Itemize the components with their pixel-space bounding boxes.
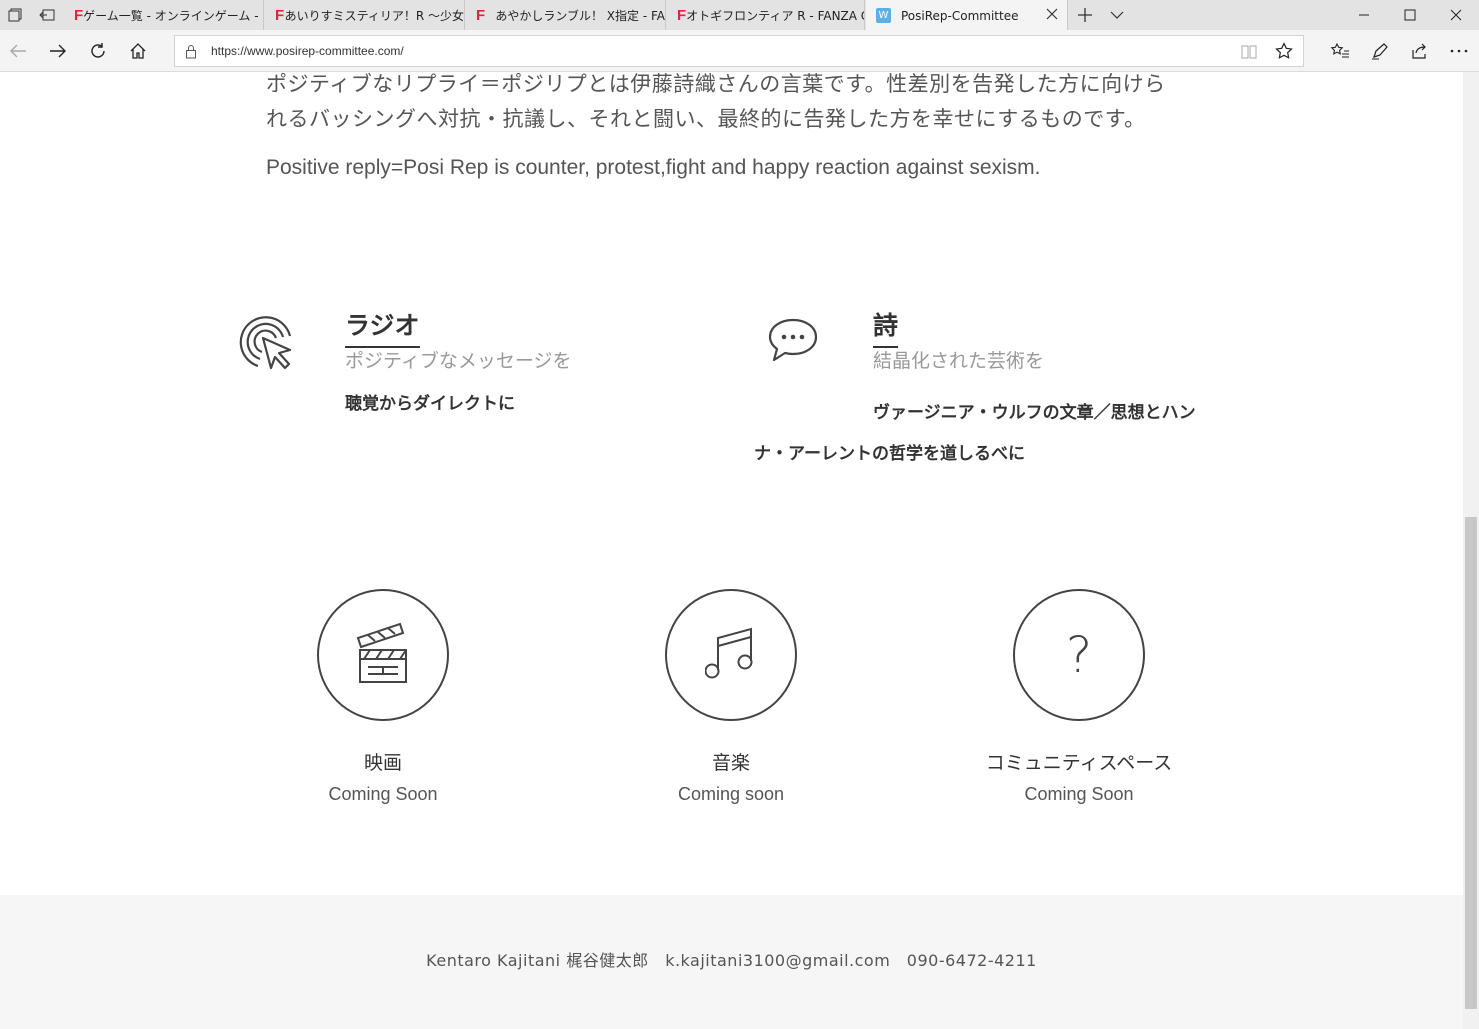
tab-otogi-frontier[interactable]: F オトギフロンティア R - FANZA G bbox=[667, 0, 865, 30]
footer-contact: Kentaro Kajitani 梶谷健太郎 k.kajitani3100@gm… bbox=[426, 951, 1037, 970]
address-bar[interactable]: https://www.posirep-committee.com/ bbox=[174, 35, 1304, 67]
minimize-icon[interactable] bbox=[1341, 0, 1387, 30]
feature-desc-radio: 聴覚からダイレクトに bbox=[345, 394, 515, 414]
favorite-star-icon[interactable] bbox=[1275, 42, 1293, 64]
service-circle-film[interactable] bbox=[317, 589, 449, 721]
feature-subtitle-radio: ポジティブなメッセージを bbox=[345, 350, 572, 372]
tab-airis-mystiria[interactable]: F あいりすミスティリア！R ～少女 bbox=[265, 0, 465, 30]
reading-view-icon[interactable] bbox=[1241, 44, 1257, 64]
refresh-icon[interactable] bbox=[82, 36, 114, 66]
close-tab-icon[interactable] bbox=[1045, 7, 1059, 24]
scrollbar-thumb[interactable] bbox=[1465, 517, 1477, 1009]
tab-title: ゲーム一覧 - オンラインゲーム - I bbox=[83, 8, 264, 23]
set-aside-tabs-icon[interactable] bbox=[32, 0, 62, 30]
fanza-favicon-icon: F bbox=[74, 6, 84, 24]
tab-title: PosiRep-Committee bbox=[901, 8, 1019, 23]
music-note-icon bbox=[704, 626, 757, 684]
tab-ayakashi-rumble[interactable]: F あやかしランブル！ X指定 - FA bbox=[466, 0, 666, 30]
feature-title-radio: ラジオ bbox=[345, 306, 420, 348]
tab-manager-icon[interactable] bbox=[0, 0, 30, 30]
web-note-pen-icon[interactable] bbox=[1364, 36, 1396, 66]
lock-icon bbox=[185, 44, 197, 63]
back-icon[interactable] bbox=[2, 36, 34, 66]
tab-posirep[interactable]: W PosiRep-Committee bbox=[866, 0, 1068, 31]
forward-icon[interactable] bbox=[42, 36, 74, 66]
tab-title: あいりすミスティリア！R ～少女 bbox=[284, 8, 464, 23]
close-window-icon[interactable] bbox=[1433, 0, 1479, 30]
feature-subtitle-poetry: 結晶化された芸術を bbox=[873, 350, 1045, 372]
tab-game-list[interactable]: F ゲーム一覧 - オンラインゲーム - I bbox=[64, 0, 264, 30]
fanza-favicon-icon: F bbox=[275, 6, 285, 24]
pointer-click-icon bbox=[236, 312, 294, 374]
clapperboard-icon bbox=[355, 621, 411, 689]
maximize-icon[interactable] bbox=[1387, 0, 1433, 30]
new-tab-icon[interactable] bbox=[1070, 0, 1100, 30]
tab-preview-chevron-down-icon[interactable] bbox=[1102, 0, 1132, 30]
share-icon[interactable] bbox=[1403, 36, 1435, 66]
page-scrollbar[interactable] bbox=[1463, 72, 1479, 1029]
url-text[interactable]: https://www.posirep-committee.com/ bbox=[211, 44, 404, 58]
service-name-film: 映画 bbox=[363, 752, 402, 774]
service-circle-music[interactable] bbox=[665, 589, 797, 721]
question-icon: ? bbox=[1065, 626, 1093, 684]
service-status-music: Coming soon bbox=[677, 784, 785, 804]
feature-desc-poetry-line1: ヴァージニア・ウルフの文章／思想とハン bbox=[873, 403, 1196, 423]
fanza-favicon-icon: F bbox=[677, 6, 687, 24]
fanza-favicon-icon: F bbox=[476, 6, 486, 24]
intro-jp-line1: ポジティブなリプライ＝ポジリプとは伊藤詩織さんの言葉です。性差別を告発した方に向… bbox=[266, 72, 1166, 96]
service-status-community: Coming Soon bbox=[1024, 784, 1134, 804]
tab-title: オトギフロンティア R - FANZA G bbox=[686, 8, 865, 23]
tab-title: あやかしランブル！ X指定 - FA bbox=[495, 8, 665, 23]
favorites-hub-icon[interactable] bbox=[1324, 36, 1356, 66]
tab-bar: F ゲーム一覧 - オンラインゲーム - I F あいりすミスティリア！R ～少… bbox=[0, 0, 1479, 31]
feature-title-poetry: 詩 bbox=[873, 306, 899, 348]
service-status-film: Coming Soon bbox=[328, 784, 438, 804]
footer: Kentaro Kajitani 梶谷健太郎 k.kajitani3100@gm… bbox=[0, 895, 1463, 1029]
intro-english: Positive reply=Posi Rep is counter, prot… bbox=[266, 156, 1041, 179]
feature-desc-poetry-line2: ナ・アーレントの哲学を道しるべに bbox=[754, 444, 1025, 464]
speech-bubble-icon bbox=[767, 317, 819, 367]
service-name-community: コミュニティスペース bbox=[985, 752, 1173, 774]
navigation-bar: https://www.posirep-committee.com/ bbox=[0, 30, 1479, 72]
intro-jp-line2: れるバッシングへ対抗・抗議し、それと闘い、最終的に告発した方を幸せにするものです… bbox=[266, 107, 1146, 131]
service-name-music: 音楽 bbox=[711, 752, 750, 774]
home-icon[interactable] bbox=[122, 36, 154, 66]
more-menu-icon[interactable] bbox=[1443, 36, 1475, 66]
wix-favicon-icon: W bbox=[876, 8, 891, 23]
service-circle-community[interactable]: ? bbox=[1013, 589, 1145, 721]
page-content: ポジティブなリプライ＝ポジリプとは伊藤詩織さんの言葉です。性差別を告発した方に向… bbox=[0, 72, 1463, 1029]
